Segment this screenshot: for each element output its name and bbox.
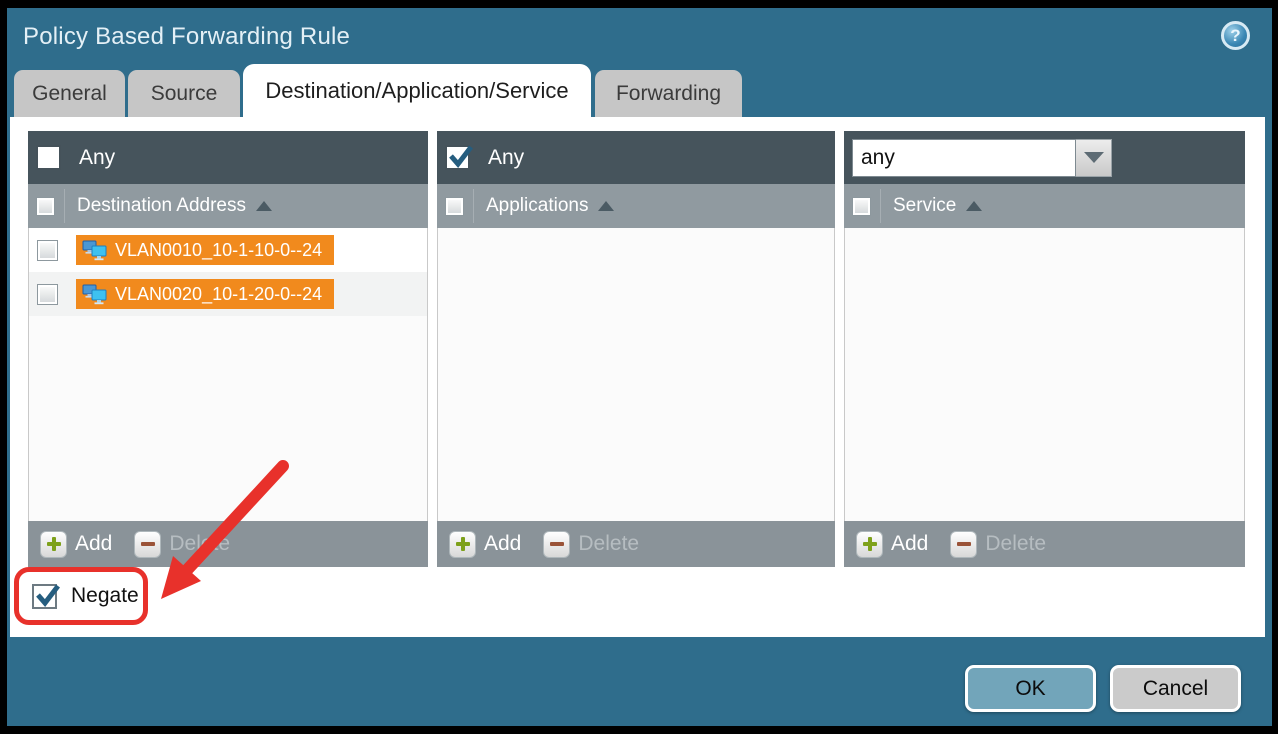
plus-icon xyxy=(40,531,67,558)
dialog-title: Policy Based Forwarding Rule xyxy=(23,23,350,51)
service-header-checkbox[interactable] xyxy=(852,197,871,216)
destination-any-bar: Any xyxy=(28,131,428,184)
destination-header-label: Destination Address xyxy=(77,195,246,217)
service-dropdown[interactable]: any xyxy=(852,139,1112,177)
applications-any-label: Any xyxy=(488,146,524,170)
plus-icon xyxy=(856,531,883,558)
add-label: Add xyxy=(891,532,928,556)
help-icon[interactable]: ? xyxy=(1221,21,1250,50)
content-panel: Any Destination Address xyxy=(10,117,1265,637)
ok-button[interactable]: OK xyxy=(965,665,1096,712)
destination-any-label: Any xyxy=(79,146,115,170)
add-button[interactable]: Add xyxy=(856,531,928,558)
row-checkbox[interactable] xyxy=(37,284,58,305)
help-question-glyph: ? xyxy=(1230,26,1240,46)
delete-button[interactable]: Delete xyxy=(543,531,639,558)
address-object-label: VLAN0020_10-1-20-0--24 xyxy=(115,284,322,305)
applications-column: Any Applications Add xyxy=(437,131,835,567)
negate-checkbox[interactable] xyxy=(32,584,57,609)
service-column: any Service Add xyxy=(844,131,1245,567)
sort-asc-icon[interactable] xyxy=(256,201,272,211)
address-object-chip[interactable]: VLAN0020_10-1-20-0--24 xyxy=(76,279,334,309)
service-header-label: Service xyxy=(893,195,956,217)
service-header[interactable]: Service xyxy=(844,184,1245,228)
destination-footer: Add Delete xyxy=(28,521,428,567)
applications-list xyxy=(437,228,835,521)
applications-any-checkbox[interactable] xyxy=(445,145,470,170)
row-checkbox[interactable] xyxy=(37,240,58,261)
delete-label: Delete xyxy=(985,532,1046,556)
minus-icon xyxy=(134,531,161,558)
address-object-label: VLAN0010_10-1-10-0--24 xyxy=(115,240,322,261)
sort-asc-icon[interactable] xyxy=(966,201,982,211)
service-footer: Add Delete xyxy=(844,521,1245,567)
service-dropdown-value: any xyxy=(852,139,1076,177)
add-button[interactable]: Add xyxy=(40,531,112,558)
address-object-chip[interactable]: VLAN0010_10-1-10-0--24 xyxy=(76,235,334,265)
dropdown-arrow-icon[interactable] xyxy=(1076,139,1112,177)
destination-column: Any Destination Address xyxy=(28,131,428,567)
network-icon xyxy=(82,240,107,261)
add-button[interactable]: Add xyxy=(449,531,521,558)
destination-header[interactable]: Destination Address xyxy=(28,184,428,228)
add-label: Add xyxy=(75,532,112,556)
minus-icon xyxy=(950,531,977,558)
tab-source[interactable]: Source xyxy=(128,70,240,117)
applications-header[interactable]: Applications xyxy=(437,184,835,228)
delete-button[interactable]: Delete xyxy=(134,531,230,558)
header-divider xyxy=(473,189,474,223)
cancel-button[interactable]: Cancel xyxy=(1110,665,1241,712)
network-icon xyxy=(82,284,107,305)
check-icon xyxy=(445,142,475,172)
delete-button[interactable]: Delete xyxy=(950,531,1046,558)
applications-header-checkbox[interactable] xyxy=(445,197,464,216)
negate-highlight: Negate xyxy=(14,567,148,625)
add-label: Add xyxy=(484,532,521,556)
tab-forwarding[interactable]: Forwarding xyxy=(595,70,742,117)
plus-icon xyxy=(449,531,476,558)
destination-row[interactable]: VLAN0010_10-1-10-0--24 xyxy=(29,228,427,272)
destination-list: VLAN0010_10-1-10-0--24 xyxy=(28,228,428,521)
destination-row[interactable]: VLAN0020_10-1-20-0--24 xyxy=(29,272,427,316)
minus-icon xyxy=(543,531,570,558)
applications-any-bar: Any xyxy=(437,131,835,184)
header-divider xyxy=(880,189,881,223)
service-selector-bar: any xyxy=(844,131,1245,184)
sort-asc-icon[interactable] xyxy=(598,201,614,211)
pbf-rule-dialog: Policy Based Forwarding Rule ? General S… xyxy=(7,8,1272,726)
destination-any-checkbox[interactable] xyxy=(36,145,61,170)
tab-general[interactable]: General xyxy=(14,70,125,117)
header-divider xyxy=(64,189,65,223)
check-icon xyxy=(32,581,62,611)
delete-label: Delete xyxy=(169,532,230,556)
tab-destination-application-service[interactable]: Destination/Application/Service xyxy=(243,64,591,117)
delete-label: Delete xyxy=(578,532,639,556)
service-list xyxy=(844,228,1245,521)
applications-footer: Add Delete xyxy=(437,521,835,567)
applications-header-label: Applications xyxy=(486,195,588,217)
screenshot-root: Policy Based Forwarding Rule ? General S… xyxy=(0,0,1278,734)
destination-header-checkbox[interactable] xyxy=(36,197,55,216)
negate-label: Negate xyxy=(71,584,139,608)
